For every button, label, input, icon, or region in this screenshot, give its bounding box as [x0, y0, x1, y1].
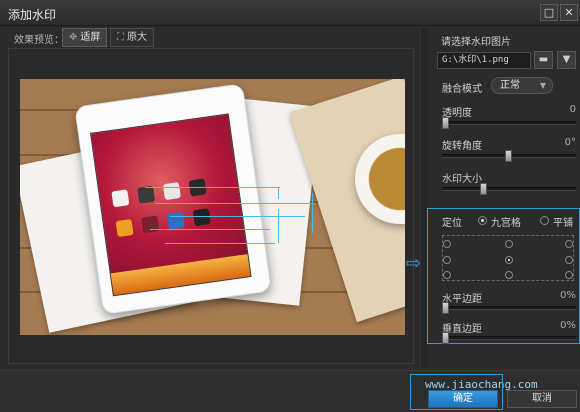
position-center[interactable] — [505, 256, 513, 264]
vertical-margin-thumb[interactable] — [442, 332, 449, 344]
cancel-button[interactable]: 取消 — [507, 390, 577, 408]
tile-radio[interactable] — [540, 216, 549, 225]
folder-icon[interactable]: ▬ — [534, 51, 553, 69]
vertical-margin-slider[interactable] — [442, 332, 576, 344]
maximize-icon[interactable]: □ — [540, 4, 558, 21]
title-bar: 添加水印 □ ✕ — [0, 0, 580, 26]
position-top-center[interactable] — [505, 240, 513, 248]
original-size-button[interactable]: ⛶ 原大 — [110, 28, 154, 47]
image-path-input[interactable]: G:\水印\1.png — [437, 52, 531, 69]
opacity-slider[interactable] — [442, 117, 576, 129]
rotation-slider-thumb[interactable] — [505, 150, 512, 162]
preview-label: 效果预览： — [14, 35, 64, 46]
position-middle-right[interactable] — [565, 256, 573, 264]
rotation-value: 0° — [564, 137, 576, 148]
blend-mode-select[interactable]: 正常 ▼ — [491, 77, 553, 94]
position-bottom-center[interactable] — [505, 271, 513, 279]
watermark-size-slider-thumb[interactable] — [480, 183, 487, 195]
position-bottom-right[interactable] — [565, 271, 573, 279]
dropdown-arrow-icon[interactable]: ▼ — [557, 51, 576, 69]
rotation-label: 旋转角度 — [442, 141, 482, 152]
opacity-value: 0 — [569, 104, 576, 115]
grid-radio-label[interactable]: 九宫格 — [491, 214, 521, 229]
arrow-right-icon: ⇨ — [406, 253, 422, 274]
window-title: 添加水印 — [8, 8, 57, 22]
grid-radio[interactable] — [478, 216, 487, 225]
position-middle-left[interactable] — [443, 256, 451, 264]
position-bottom-left[interactable] — [443, 271, 451, 279]
tile-radio-label[interactable]: 平铺 — [553, 214, 573, 229]
fit-screen-icon: ✥ — [69, 32, 78, 43]
close-icon[interactable]: ✕ — [560, 4, 578, 21]
choose-image-label: 请选择水印图片 — [441, 37, 511, 48]
preview-image — [20, 79, 405, 335]
ok-button[interactable]: 确定 — [428, 390, 498, 408]
horizontal-margin-thumb[interactable] — [442, 302, 449, 314]
position-top-left[interactable] — [443, 240, 451, 248]
position-top-right[interactable] — [565, 240, 573, 248]
horizontal-margin-slider[interactable] — [442, 302, 576, 314]
position-label: 定位 — [442, 218, 462, 229]
opacity-slider-thumb[interactable] — [442, 117, 449, 129]
watermark-size-label: 水印大小 — [442, 174, 482, 185]
rotation-slider[interactable] — [442, 150, 576, 162]
fit-screen-button[interactable]: ✥ 适屏 — [62, 28, 108, 47]
vertical-margin-value: 0% — [560, 320, 576, 331]
original-size-icon: ⛶ — [117, 32, 124, 43]
blend-mode-label: 融合模式 — [442, 84, 482, 95]
horizontal-margin-value: 0% — [560, 290, 576, 301]
watermark-size-slider[interactable] — [442, 183, 576, 195]
chevron-down-icon: ▼ — [539, 81, 546, 90]
